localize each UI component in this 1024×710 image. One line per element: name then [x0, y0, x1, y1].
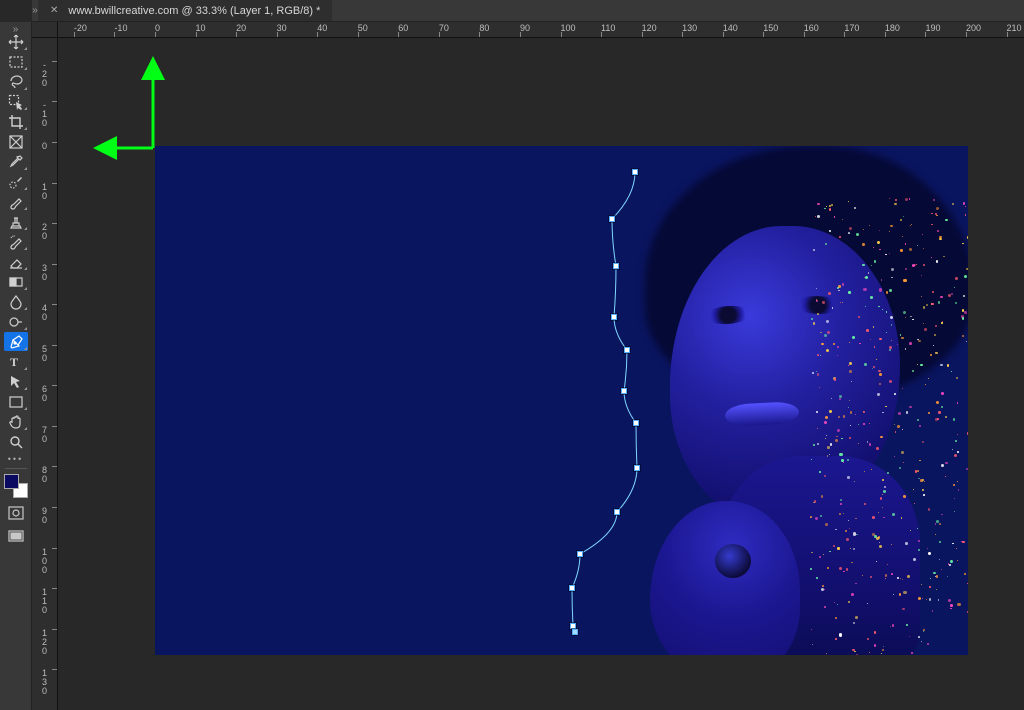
- ruler-h-tick: 140: [723, 22, 738, 37]
- workspace[interactable]: [58, 38, 1024, 710]
- crop-tool[interactable]: [4, 112, 28, 131]
- ruler-v-tick: 80: [32, 466, 57, 484]
- ruler-v-tick: 40: [32, 304, 57, 322]
- document-tab[interactable]: ✕ www.bwillcreative.com @ 33.3% (Layer 1…: [38, 0, 332, 21]
- ruler-h-tick: 80: [479, 22, 489, 37]
- quick-mask-mode[interactable]: [4, 504, 28, 522]
- ruler-v-tick: 50: [32, 345, 57, 363]
- pen-anchor[interactable]: [621, 388, 627, 394]
- rectangle-tool[interactable]: [4, 392, 28, 411]
- ruler-v-tick: 10: [32, 183, 57, 201]
- ruler-v-tick: 0: [32, 142, 57, 151]
- path-selection-tool[interactable]: [4, 372, 28, 391]
- rectangular-marquee-tool[interactable]: [4, 52, 28, 71]
- history-brush-tool[interactable]: [4, 232, 28, 251]
- pen-anchor[interactable]: [632, 169, 638, 175]
- ruler-h-tick: -20: [74, 22, 87, 37]
- brush-tool[interactable]: [4, 192, 28, 211]
- ruler-h-tick: 10: [196, 22, 206, 37]
- ruler-h-tick: 110: [601, 22, 615, 37]
- ruler-h-tick: -10: [114, 22, 127, 37]
- move-tool[interactable]: [4, 32, 28, 51]
- ruler-h-tick: 190: [925, 22, 940, 37]
- pen-anchor[interactable]: [572, 629, 578, 635]
- ruler-v-tick: 70: [32, 426, 57, 444]
- type-tool[interactable]: T: [4, 352, 28, 371]
- ruler-h-tick: 20: [236, 22, 246, 37]
- ruler-h-tick: 70: [439, 22, 449, 37]
- spot-healing-brush-tool[interactable]: [4, 172, 28, 191]
- ruler-v-tick: -10: [32, 101, 57, 128]
- edit-toolbar-icon[interactable]: •••: [8, 455, 23, 463]
- pen-anchor[interactable]: [633, 420, 639, 426]
- eraser-tool[interactable]: [4, 252, 28, 271]
- zoom-tool[interactable]: [4, 432, 28, 451]
- tool-palette: » T •••: [0, 22, 32, 710]
- document-canvas[interactable]: [155, 146, 968, 655]
- close-icon[interactable]: ✕: [50, 5, 58, 16]
- pen-anchor[interactable]: [609, 216, 615, 222]
- ruler-v-tick: 20: [32, 223, 57, 241]
- frame-tool[interactable]: [4, 132, 28, 151]
- screen-mode[interactable]: [4, 528, 28, 546]
- blur-tool[interactable]: [4, 292, 28, 311]
- ruler-h-tick: 170: [844, 22, 859, 37]
- gradient-tool[interactable]: [4, 272, 28, 291]
- expand-tools-icon[interactable]: »: [13, 24, 19, 32]
- color-swatches[interactable]: [4, 474, 28, 498]
- ruler-h-tick: 60: [398, 22, 408, 37]
- ruler-v-tick: 120: [32, 629, 57, 656]
- ruler-v-tick: 130: [32, 669, 57, 696]
- ruler-h-tick: 40: [317, 22, 327, 37]
- ruler-v-tick: -20: [32, 61, 57, 88]
- ruler-horizontal[interactable]: -20 -10 0 10 20 30 40 50 60 70 80 90 100 110 120 130 140…: [58, 22, 1024, 38]
- pen-anchor[interactable]: [611, 314, 617, 320]
- pen-anchor[interactable]: [577, 551, 583, 557]
- hand-tool[interactable]: [4, 412, 28, 431]
- ruler-v-tick: 110: [32, 588, 57, 615]
- ruler-v-tick: 100: [32, 548, 57, 575]
- ruler-h-tick: 30: [277, 22, 287, 37]
- ruler-h-tick: 180: [885, 22, 900, 37]
- ruler-v-tick: 60: [32, 385, 57, 403]
- svg-text:T: T: [10, 355, 18, 369]
- ruler-h-tick: 150: [763, 22, 778, 37]
- ruler-h-tick: 90: [520, 22, 530, 37]
- document-tab-bar: » ✕ www.bwillcreative.com @ 33.3% (Layer…: [32, 0, 1024, 22]
- ruler-h-tick: 160: [804, 22, 819, 37]
- pen-anchor[interactable]: [569, 585, 575, 591]
- lasso-tool[interactable]: [4, 72, 28, 91]
- dodge-tool[interactable]: [4, 312, 28, 331]
- ruler-vertical[interactable]: -20-100102030405060708090100110120130140: [32, 38, 58, 710]
- ruler-h-tick: 130: [682, 22, 697, 37]
- pen-anchor[interactable]: [613, 263, 619, 269]
- ruler-h-tick: 210: [1007, 22, 1022, 37]
- ruler-h-tick: 200: [966, 22, 981, 37]
- document-title: www.bwillcreative.com @ 33.3% (Layer 1, …: [68, 5, 320, 17]
- foreground-color-swatch[interactable]: [4, 474, 19, 489]
- ruler-h-tick: 120: [642, 22, 657, 37]
- object-selection-tool[interactable]: [4, 92, 28, 111]
- separator: [5, 468, 27, 469]
- ruler-v-tick: 90: [32, 507, 57, 525]
- pen-anchor[interactable]: [614, 509, 620, 515]
- subject-image: [550, 146, 968, 655]
- ruler-h-tick: 0: [155, 22, 160, 37]
- ruler-h-tick: 50: [358, 22, 368, 37]
- ruler-h-tick: 100: [561, 22, 576, 37]
- pen-tool[interactable]: [4, 332, 28, 351]
- ruler-v-tick: 30: [32, 264, 57, 282]
- clone-stamp-tool[interactable]: [4, 212, 28, 231]
- pen-anchor[interactable]: [624, 347, 630, 353]
- ruler-origin[interactable]: [32, 22, 58, 38]
- pen-anchor[interactable]: [634, 465, 640, 471]
- eyedropper-tool[interactable]: [4, 152, 28, 171]
